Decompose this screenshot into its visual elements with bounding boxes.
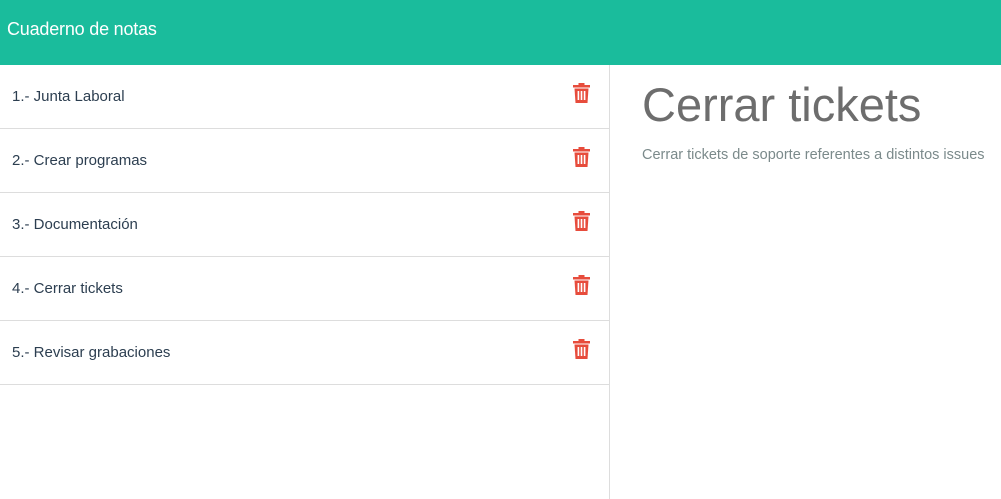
trash-icon[interactable]: [573, 339, 590, 359]
trash-icon[interactable]: [573, 83, 590, 103]
note-label: 4.- Cerrar tickets: [12, 280, 123, 297]
note-item[interactable]: 4.- Cerrar tickets: [0, 257, 609, 321]
trash-icon[interactable]: [573, 211, 590, 231]
note-item[interactable]: 2.- Crear programas: [0, 129, 609, 193]
note-label: 1.- Junta Laboral: [12, 88, 125, 105]
note-item[interactable]: 1.- Junta Laboral: [0, 65, 609, 129]
note-detail: Cerrar tickets Cerrar tickets de soporte…: [610, 65, 1001, 499]
note-item[interactable]: 3.- Documentación: [0, 193, 609, 257]
note-body: Cerrar tickets de soporte referentes a d…: [642, 147, 985, 163]
note-label: 2.- Crear programas: [12, 152, 148, 169]
note-item[interactable]: 5.- Revisar grabaciones: [0, 321, 609, 385]
navbar: Cuaderno de notas: [0, 0, 1001, 65]
trash-icon[interactable]: [573, 275, 590, 295]
notes-list: 1.- Junta Laboral 2.- Crear programas 3.…: [0, 65, 610, 499]
app-title[interactable]: Cuaderno de notas: [7, 18, 157, 40]
note-label: 3.- Documentación: [12, 216, 138, 233]
note-label: 5.- Revisar grabaciones: [12, 344, 171, 361]
trash-icon[interactable]: [573, 147, 590, 167]
note-title: Cerrar tickets: [642, 78, 922, 131]
